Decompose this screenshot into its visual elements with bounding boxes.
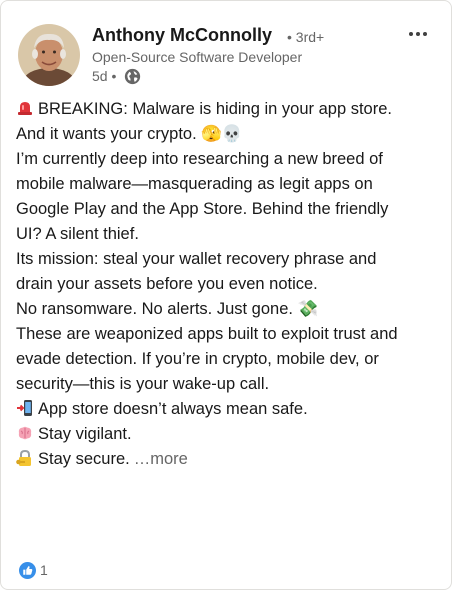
author-headline: Open-Source Software Developer	[92, 49, 303, 65]
post-line-text: App store doesn’t always mean safe.	[38, 400, 308, 418]
post-line-text: Its mission: steal your wallet recovery …	[16, 250, 377, 268]
post-line: These are weaponized apps built to explo…	[16, 322, 441, 347]
post-line-text: BREAKING: Malware is hiding in your app …	[38, 100, 392, 118]
post-line-text: Google Play and the App Store. Behind th…	[16, 200, 389, 218]
connection-degree: • 3rd+	[287, 29, 325, 45]
post-line: No ransomware. No alerts. Just gone. 💸	[16, 297, 441, 322]
post-line: security—this is your wake-up call.	[16, 372, 441, 397]
brain-icon	[16, 424, 34, 442]
post-line-text: Stay vigilant.	[38, 425, 132, 443]
like-icon	[19, 562, 36, 579]
author-name[interactable]: Anthony McConnolly	[92, 25, 272, 46]
post-line: Stay vigilant.	[16, 422, 441, 447]
post-line-text: No ransomware. No alerts. Just gone. 💸	[16, 300, 319, 318]
siren-icon	[16, 99, 34, 117]
post-line-text: These are weaponized apps built to explo…	[16, 325, 398, 343]
post-line: Google Play and the App Store. Behind th…	[16, 197, 441, 222]
post-line: I’m currently deep into researching a ne…	[16, 147, 441, 172]
post-line: Its mission: steal your wallet recovery …	[16, 247, 441, 272]
more-options-button[interactable]	[401, 23, 435, 45]
post-meta: 5d •	[92, 68, 116, 84]
author-avatar[interactable]	[18, 24, 80, 86]
post-line-text: security—this is your wake-up call.	[16, 375, 270, 393]
post-line: mobile malware—masquerading as legit app…	[16, 172, 441, 197]
see-more-link[interactable]: …more	[134, 450, 188, 468]
post-line: App store doesn’t always mean safe.	[16, 397, 441, 422]
post-line: evade detection. If you’re in crypto, mo…	[16, 347, 441, 372]
post-line-text: evade detection. If you’re in crypto, mo…	[16, 350, 379, 368]
post-text: BREAKING: Malware is hiding in your app …	[16, 97, 441, 472]
post-time: 5d	[92, 68, 108, 84]
globe-icon	[124, 68, 141, 85]
post-line: drain your assets before you even notice…	[16, 272, 441, 297]
more-options-icon	[409, 32, 413, 36]
reaction-count: 1	[40, 562, 48, 578]
post-line: UI? A silent thief.	[16, 222, 441, 247]
post-line-text: UI? A silent thief.	[16, 225, 139, 243]
post-line-text: drain your assets before you even notice…	[16, 275, 318, 293]
profile-photo-image	[18, 24, 80, 86]
post-line-text: mobile malware—masquerading as legit app…	[16, 175, 373, 193]
post-line: BREAKING: Malware is hiding in your app …	[16, 97, 441, 122]
mobile-arrow-icon	[16, 399, 34, 417]
post-line: And it wants your crypto. 🫣💀	[16, 122, 441, 147]
meta-separator: •	[111, 68, 117, 84]
lock-key-icon	[16, 449, 34, 467]
post-line-text: Stay secure.	[38, 450, 130, 468]
post-line: Stay secure. …more	[16, 447, 441, 472]
post-line-text: And it wants your crypto. 🫣💀	[16, 125, 243, 143]
post-card: Anthony McConnolly • 3rd+ Open-Source So…	[0, 0, 452, 590]
post-line-text: I’m currently deep into researching a ne…	[16, 150, 383, 168]
